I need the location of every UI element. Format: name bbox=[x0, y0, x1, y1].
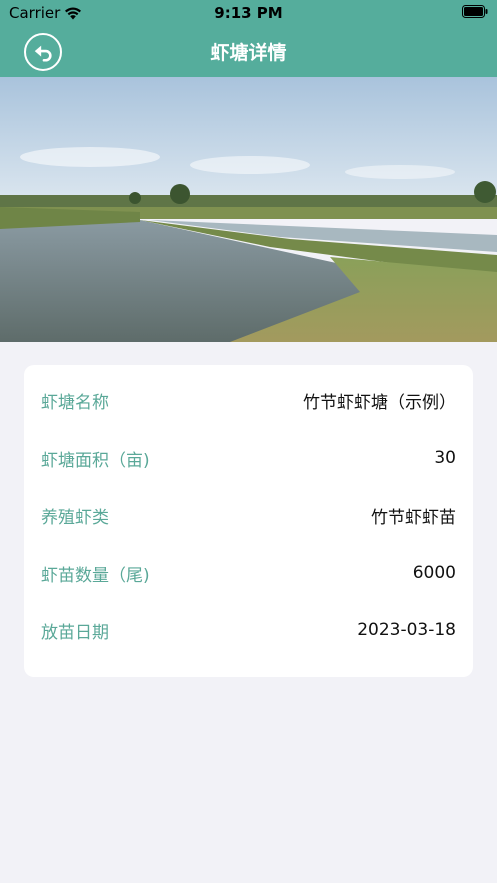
pond-photo bbox=[0, 77, 497, 342]
detail-row-pond-area: 虾塘面积（亩) 30 bbox=[41, 445, 456, 471]
stocking-date-label: 放苗日期 bbox=[41, 622, 109, 643]
page-title: 虾塘详情 bbox=[210, 42, 287, 64]
status-bar: Carrier 9:13 PM bbox=[0, 0, 497, 26]
stocking-date-value: 2023-03-18 bbox=[357, 620, 456, 640]
pond-area-value: 30 bbox=[434, 448, 456, 468]
detail-row-pond-name: 虾塘名称 竹节虾虾塘（示例） bbox=[41, 387, 456, 413]
fry-count-value: 6000 bbox=[412, 563, 456, 583]
shrimp-type-value: 竹节虾虾苗 bbox=[371, 507, 456, 528]
detail-row-stocking-date: 放苗日期 2023-03-18 bbox=[41, 617, 456, 643]
pond-name-value: 竹节虾虾塘（示例） bbox=[303, 392, 456, 413]
fry-count-label: 虾苗数量（尾) bbox=[41, 565, 150, 586]
pond-area-label: 虾塘面积（亩) bbox=[41, 450, 150, 471]
shrimp-type-label: 养殖虾类 bbox=[41, 507, 109, 528]
header: Carrier 9:13 PM 虾塘详情 bbox=[0, 0, 497, 77]
status-time: 9:13 PM bbox=[214, 4, 283, 22]
pond-detail-card: 虾塘名称 竹节虾虾塘（示例） 虾塘面积（亩) 30 养殖虾类 竹节虾虾苗 虾苗数… bbox=[24, 365, 473, 677]
battery-icon bbox=[462, 5, 488, 18]
detail-row-shrimp-type: 养殖虾类 竹节虾虾苗 bbox=[41, 502, 456, 528]
pond-name-label: 虾塘名称 bbox=[41, 392, 109, 413]
detail-row-fry-count: 虾苗数量（尾) 6000 bbox=[41, 560, 456, 586]
